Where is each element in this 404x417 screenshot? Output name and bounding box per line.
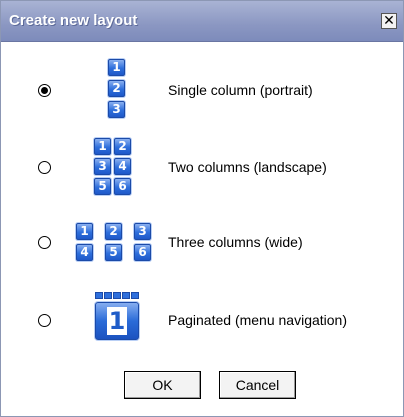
radio-single-column[interactable] bbox=[38, 84, 51, 97]
option-label: Three columns (wide) bbox=[168, 234, 303, 250]
close-icon: ✕ bbox=[383, 13, 395, 29]
layout-tile: 3 bbox=[94, 158, 111, 175]
layout-tile: 5 bbox=[94, 178, 111, 195]
layout-tile: 2 bbox=[105, 223, 122, 240]
layout-tile: 5 bbox=[105, 244, 122, 261]
layout-tile: 1 bbox=[76, 223, 93, 240]
page-tile: 1 bbox=[95, 302, 139, 340]
radio-paginated[interactable] bbox=[38, 314, 51, 327]
layout-tile: 3 bbox=[134, 223, 151, 240]
option-label: Single column (portrait) bbox=[168, 82, 313, 98]
layout-tile: 3 bbox=[108, 101, 125, 118]
cancel-button[interactable]: Cancel bbox=[219, 371, 296, 399]
layout-tile: 1 bbox=[108, 59, 125, 76]
dialog-title: Create new layout bbox=[9, 12, 138, 29]
close-button[interactable]: ✕ bbox=[381, 13, 397, 29]
page-indicator bbox=[122, 292, 130, 299]
layout-tile: 2 bbox=[108, 80, 125, 97]
title-bar[interactable]: Create new layout ✕ bbox=[1, 1, 403, 42]
option-label: Two columns (landscape) bbox=[168, 159, 327, 175]
layout-tile: 4 bbox=[76, 244, 93, 261]
page-indicator bbox=[95, 292, 103, 299]
layout-tile: 6 bbox=[134, 244, 151, 261]
option-single-column[interactable]: 1 2 3 Single column (portrait) bbox=[1, 59, 403, 123]
layout-tile: 4 bbox=[114, 158, 131, 175]
page-indicator bbox=[104, 292, 112, 299]
page-indicator bbox=[113, 292, 121, 299]
layout-tile: 1 bbox=[94, 138, 111, 155]
option-three-columns[interactable]: 1 2 3 4 5 6 Three columns (wide) bbox=[1, 211, 403, 275]
option-two-columns[interactable]: 1 2 3 4 5 6 Two columns (landscape) bbox=[1, 136, 403, 200]
create-layout-dialog: Create new layout ✕ 1 2 3 Single column … bbox=[0, 0, 404, 417]
radio-three-columns[interactable] bbox=[38, 236, 51, 249]
layout-tile: 6 bbox=[114, 178, 131, 195]
option-paginated[interactable]: 1 Paginated (menu navigation) bbox=[1, 289, 403, 353]
page-number: 1 bbox=[107, 307, 127, 335]
radio-two-columns[interactable] bbox=[38, 161, 51, 174]
layout-tile: 2 bbox=[114, 138, 131, 155]
page-indicator bbox=[131, 292, 139, 299]
ok-button[interactable]: OK bbox=[124, 371, 201, 399]
option-label: Paginated (menu navigation) bbox=[168, 312, 348, 328]
radio-selected-dot bbox=[41, 87, 48, 94]
